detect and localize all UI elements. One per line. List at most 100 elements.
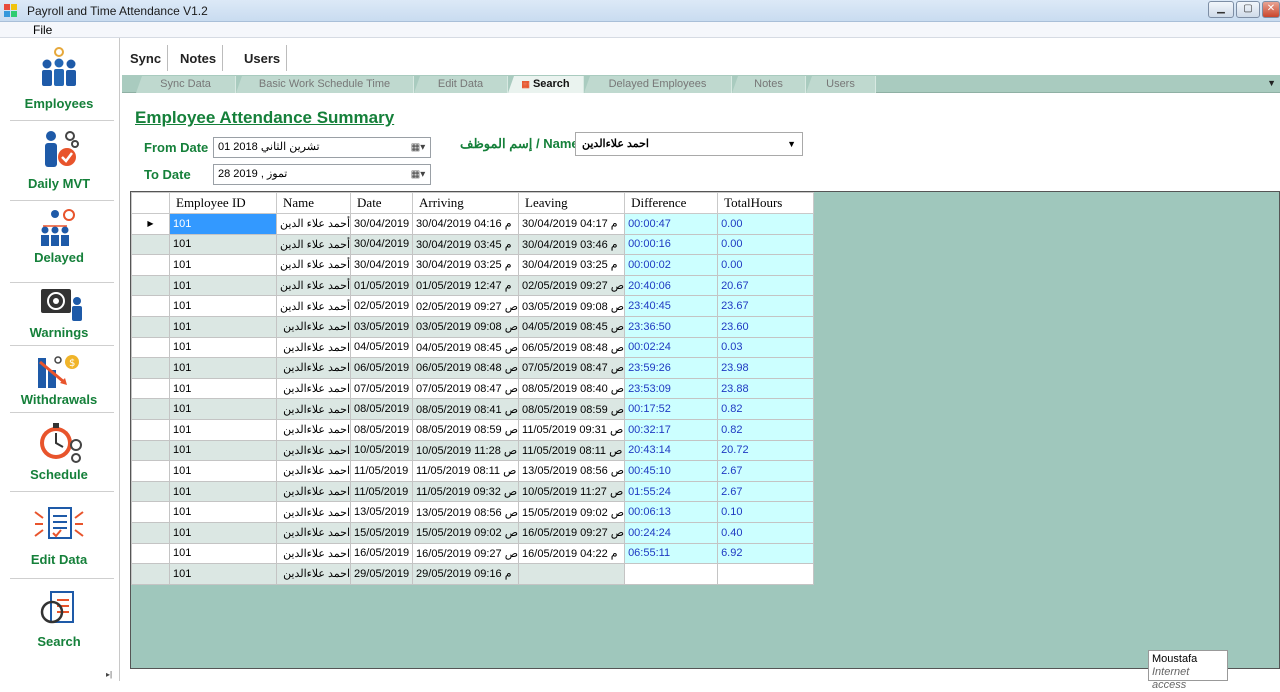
name-cell[interactable]: احمد علاءالدين <box>275 377 352 400</box>
row-header[interactable] <box>131 336 170 359</box>
table-row[interactable]: ▶ 101 أحمد علاء الدين 30/04/2019 30/04/2019 … <box>131 213 815 235</box>
arriving-cell[interactable]: 04/05/2019 08:45 ص <box>412 336 520 359</box>
calendar-icon[interactable]: ▦▾ <box>409 166 427 183</box>
employee-id-cell[interactable]: 101 <box>169 213 277 235</box>
row-header[interactable] <box>131 357 170 379</box>
difference-cell[interactable]: 00:32:17 <box>624 418 719 441</box>
leaving-cell[interactable]: 30/04/2019 04:17 م <box>518 213 626 235</box>
name-cell[interactable]: احمد علاءالدين <box>275 460 352 482</box>
sidebar-item-delayed[interactable]: Delayed <box>0 206 118 265</box>
date-cell[interactable]: 06/05/2019 <box>350 357 414 379</box>
leaving-cell[interactable]: 03/05/2019 09:08 ص <box>518 295 626 317</box>
subtab-search[interactable]: ▦ Search <box>508 76 584 93</box>
leaving-cell[interactable]: 10/05/2019 11:27 ص <box>518 480 626 503</box>
subtab-edit-data[interactable]: Edit Data <box>414 76 508 93</box>
date-cell[interactable]: 30/04/2019 <box>350 233 414 256</box>
difference-cell[interactable]: 20:43:14 <box>624 439 719 462</box>
employee-id-cell[interactable]: 101 <box>169 274 277 297</box>
arriving-cell[interactable]: 11/05/2019 09:32 ص <box>412 480 520 503</box>
leaving-cell[interactable]: 30/04/2019 03:25 م <box>518 254 626 276</box>
name-cell[interactable]: احمد علاءالدين <box>275 521 352 544</box>
total-hours-cell[interactable]: 0.40 <box>717 521 815 544</box>
table-row[interactable]: 101 احمد علاءالدين 13/05/2019 13/05/2019 08… <box>131 501 815 523</box>
name-cell[interactable]: احمد علاءالدين <box>275 480 352 503</box>
arriving-cell[interactable]: 07/05/2019 08:47 ص <box>412 377 520 400</box>
attendance-grid[interactable]: Employee ID Name Date Arriving Leaving D… <box>130 191 1280 669</box>
subtab-delayed-employees[interactable]: Delayed Employees <box>584 76 732 93</box>
table-row[interactable]: 101 أحمد علاء الدين 02/05/2019 02/05/2019 0… <box>131 295 815 317</box>
leaving-cell[interactable]: 13/05/2019 08:56 ص <box>518 460 626 482</box>
column-header[interactable]: Employee ID <box>169 192 277 214</box>
table-row[interactable]: 101 أحمد علاء الدين 30/04/2019 30/04/2019 0… <box>131 254 815 276</box>
employee-id-cell[interactable]: 101 <box>169 398 277 420</box>
total-hours-cell[interactable]: 0.10 <box>717 501 815 523</box>
difference-cell[interactable]: 23:53:09 <box>624 377 719 400</box>
difference-cell[interactable]: 01:55:24 <box>624 480 719 503</box>
row-header[interactable] <box>131 418 170 441</box>
table-row[interactable]: 101 احمد علاءالدين 06/05/2019 06/05/2019 08… <box>131 357 815 379</box>
total-hours-cell[interactable]: 0.00 <box>717 233 815 256</box>
total-hours-cell[interactable]: 0.00 <box>717 254 815 276</box>
table-row[interactable]: 101 أحمد علاء الدين 30/04/2019 30/04/2019 0… <box>131 233 815 256</box>
column-header[interactable]: TotalHours <box>717 192 815 214</box>
total-hours-cell[interactable]: 23.98 <box>717 357 815 379</box>
employee-id-cell[interactable]: 101 <box>169 439 277 462</box>
column-header[interactable]: Name <box>275 192 352 214</box>
total-hours-cell[interactable]: 23.60 <box>717 315 815 338</box>
sidebar-item-search[interactable]: Search <box>0 588 118 649</box>
date-cell[interactable]: 10/05/2019 <box>350 439 414 462</box>
maximize-button[interactable]: ▢ <box>1236 1 1260 18</box>
name-cell[interactable]: احمد علاءالدين <box>275 315 352 338</box>
name-cell[interactable]: أحمد علاء الدين <box>275 295 352 317</box>
date-cell[interactable]: 04/05/2019 <box>350 336 414 359</box>
table-row[interactable]: 101 احمد علاءالدين 08/05/2019 08/05/2019 08… <box>131 418 815 441</box>
row-header[interactable] <box>131 521 170 544</box>
leaving-cell[interactable]: 04/05/2019 08:45 ص <box>518 315 626 338</box>
tab-sync[interactable]: Sync <box>124 45 169 71</box>
date-cell[interactable]: 07/05/2019 <box>350 377 414 400</box>
row-header[interactable] <box>131 254 170 276</box>
date-cell[interactable]: 30/04/2019 <box>350 213 414 235</box>
total-hours-cell[interactable]: 0.00 <box>717 213 815 235</box>
row-header[interactable] <box>131 274 170 297</box>
employee-id-cell[interactable]: 101 <box>169 418 277 441</box>
arriving-cell[interactable]: 16/05/2019 09:27 ص <box>412 542 520 565</box>
sidebar-item-employees[interactable]: Employees <box>0 46 118 111</box>
name-cell[interactable]: أحمد علاء الدين <box>275 233 352 256</box>
row-header[interactable] <box>131 295 170 317</box>
employee-id-cell[interactable]: 101 <box>169 315 277 338</box>
total-hours-cell[interactable]: 20.67 <box>717 274 815 297</box>
difference-cell[interactable]: 23:36:50 <box>624 315 719 338</box>
column-header[interactable]: Leaving <box>518 192 626 214</box>
leaving-cell[interactable]: 02/05/2019 09:27 ص <box>518 274 626 297</box>
total-hours-cell[interactable]: 2.67 <box>717 460 815 482</box>
employee-id-cell[interactable]: 101 <box>169 233 277 256</box>
table-row[interactable]: 101 احمد علاءالدين 11/05/2019 11/05/2019 09… <box>131 480 815 503</box>
name-cell[interactable]: احمد علاءالدين <box>275 336 352 359</box>
name-cell[interactable]: احمد علاءالدين <box>275 418 352 441</box>
leaving-cell[interactable]: 16/05/2019 04:22 م <box>518 542 626 565</box>
arriving-cell[interactable]: 03/05/2019 09:08 ص <box>412 315 520 338</box>
date-cell[interactable]: 08/05/2019 <box>350 398 414 420</box>
employee-id-cell[interactable]: 101 <box>169 480 277 503</box>
table-row[interactable]: 101 احمد علاءالدين 03/05/2019 03/05/2019 09… <box>131 315 815 338</box>
to-date-picker[interactable]: 28 تموز , 2019 ▦▾ <box>213 164 431 185</box>
employee-id-cell[interactable]: 101 <box>169 460 277 482</box>
date-cell[interactable]: 13/05/2019 <box>350 501 414 523</box>
table-row[interactable]: 101 احمد علاءالدين 16/05/2019 16/05/2019 09… <box>131 542 815 565</box>
employee-name-select[interactable]: احمد علاءالدين ▼ <box>575 132 803 156</box>
leaving-cell[interactable]: 16/05/2019 09:27 ص <box>518 521 626 544</box>
subtab-users[interactable]: Users <box>806 76 876 93</box>
total-hours-cell[interactable] <box>717 563 815 585</box>
difference-cell[interactable]: 00:00:47 <box>624 213 719 235</box>
employee-id-cell[interactable]: 101 <box>169 295 277 317</box>
row-header[interactable] <box>131 398 170 420</box>
difference-cell[interactable]: 06:55:11 <box>624 542 719 565</box>
table-row[interactable]: 101 احمد علاءالدين 29/05/2019 29/05/2019 09… <box>131 563 815 585</box>
leaving-cell[interactable]: 07/05/2019 08:47 ص <box>518 357 626 379</box>
row-header[interactable] <box>131 233 170 256</box>
date-cell[interactable]: 29/05/2019 <box>350 563 414 585</box>
date-cell[interactable]: 03/05/2019 <box>350 315 414 338</box>
name-cell[interactable]: احمد علاءالدين <box>275 501 352 523</box>
employee-id-cell[interactable]: 101 <box>169 336 277 359</box>
